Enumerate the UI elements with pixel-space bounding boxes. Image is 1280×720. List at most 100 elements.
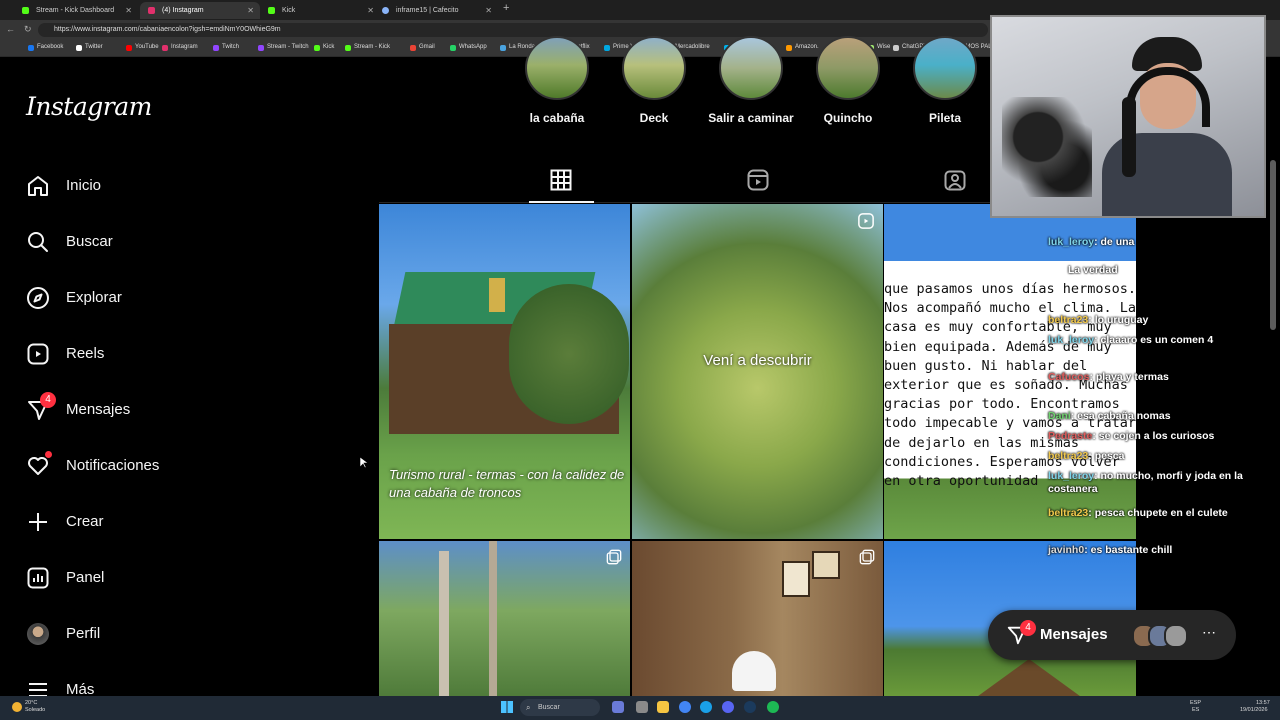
browser-tab[interactable]: Kick ✕: [260, 2, 380, 19]
taskbar-search[interactable]: ⌕ Buscar: [520, 699, 600, 716]
sidebar-item-panel[interactable]: Panel: [26, 560, 326, 596]
sidebar-item-mensajes[interactable]: 4 Mensajes: [26, 392, 326, 428]
language-indicator[interactable]: ESP: [1190, 700, 1201, 707]
sidebar-item-explorar[interactable]: Explorar: [26, 280, 326, 316]
chat-message: javinh0: es bastante chill: [1048, 544, 1260, 557]
bookmark-item[interactable]: Stream - Twitch: [258, 42, 309, 53]
highlight-item[interactable]: la cabaña: [512, 36, 602, 128]
highlight-item[interactable]: Quincho: [803, 36, 893, 128]
back-icon[interactable]: ←: [6, 24, 15, 34]
sidebar-item-label: Inicio: [66, 177, 102, 194]
reload-icon[interactable]: ↻: [24, 24, 32, 35]
bookmark-label: Stream - Kick: [354, 44, 391, 50]
bookmark-favicon-icon: [28, 45, 34, 51]
tab-label: (4) Instagram: [162, 7, 204, 14]
post-tile[interactable]: [632, 541, 883, 696]
new-tab-icon[interactable]: +: [503, 2, 509, 14]
sidebar-item-perfil[interactable]: Perfil: [26, 616, 326, 652]
bookmark-item[interactable]: Amazon.: [786, 42, 819, 53]
chat-username: luk_leroy: [1048, 236, 1095, 248]
windows-start-icon[interactable]: [501, 701, 513, 713]
compass-icon: [27, 287, 49, 309]
edge-icon[interactable]: [700, 701, 712, 713]
chrome-icon[interactable]: [679, 701, 691, 713]
close-tab-icon[interactable]: ✕: [125, 2, 132, 19]
chat-text: : se cojen a los curiosos: [1092, 430, 1215, 442]
chat-text: : de una: [1094, 236, 1135, 248]
browser-tab[interactable]: inframe15 | Cafecito ✕: [374, 2, 498, 19]
chimney: [489, 278, 505, 312]
bookmark-item[interactable]: YouTube: [126, 42, 159, 53]
bookmark-label: Gmail: [419, 44, 435, 50]
steam-icon[interactable]: [744, 701, 756, 713]
task-view-icon[interactable]: [612, 701, 624, 713]
highlight-item[interactable]: Pileta: [900, 36, 990, 128]
bookmark-label: Amazon.: [795, 44, 819, 50]
sidebar-item-buscar[interactable]: Buscar: [26, 224, 326, 260]
bookmark-label: Stream - Twitch: [267, 44, 309, 50]
sidebar-item-crear[interactable]: Crear: [26, 504, 326, 540]
url-text: https://www.instagram.com/cabaniaencolon…: [54, 26, 281, 33]
spotify-icon[interactable]: [767, 701, 779, 713]
plus-icon: [29, 513, 47, 531]
chat-text: : pesca: [1088, 450, 1125, 462]
sidebar-item-label: Buscar: [66, 233, 113, 250]
highlight-thumbnail: [913, 36, 977, 100]
bookmark-item[interactable]: Gmail: [410, 42, 435, 53]
bookmark-item[interactable]: Facebook: [28, 42, 63, 53]
sidebar-item-label: Mensajes: [66, 401, 131, 418]
close-tab-icon[interactable]: ✕: [485, 2, 492, 19]
sidebar-item-inicio[interactable]: Inicio: [26, 168, 326, 204]
close-tab-icon[interactable]: ✕: [247, 2, 254, 19]
messages-floating-button[interactable]: 4 Mensajes ⋯: [988, 610, 1236, 660]
bookmark-item[interactable]: Kick: [314, 42, 334, 53]
bookmark-item[interactable]: Stream - Kick: [345, 42, 390, 53]
windows-taskbar: 20°C Soleado ⌕ Buscar ESP ES 13:57 19/01…: [0, 696, 1280, 720]
widgets-icon[interactable]: [636, 701, 648, 713]
chat-username: Dani: [1048, 410, 1071, 422]
bookmark-favicon-icon: [604, 45, 610, 51]
lamp: [732, 651, 776, 691]
bookmark-item[interactable]: Instagram: [162, 42, 198, 53]
instagram-logo[interactable]: Instagram: [26, 92, 152, 121]
browser-tab[interactable]: Stream - Kick Dashboard ✕: [14, 2, 138, 19]
avatar: [27, 623, 49, 645]
page-scrollbar[interactable]: [1270, 160, 1276, 330]
chat-message: luk_leroy: claaaro es un comen 4: [1048, 334, 1260, 347]
post-tile[interactable]: [379, 541, 630, 696]
headphones: [1126, 67, 1210, 127]
notification-dot: [45, 451, 52, 458]
post-tile[interactable]: Vení a descubrir: [632, 204, 883, 539]
chat-username: beltra23: [1048, 507, 1089, 519]
discord-icon[interactable]: [722, 701, 734, 713]
sidebar-item-reels[interactable]: Reels: [26, 336, 326, 372]
sidebar-item-notificaciones[interactable]: Notificaciones: [26, 448, 326, 484]
address-bar[interactable]: https://www.instagram.com/cabaniaencolon…: [38, 23, 988, 37]
highlight-label: Pileta: [928, 111, 961, 125]
highlight-label: Salir a caminar: [708, 111, 794, 125]
bookmark-favicon-icon: [345, 45, 351, 51]
home-icon: [28, 176, 48, 196]
browser-tab-active[interactable]: (4) Instagram ✕: [140, 2, 260, 19]
reels-icon: [27, 343, 49, 365]
bookmark-item[interactable]: Twitch: [213, 42, 239, 53]
clock-time[interactable]: 13:57: [1256, 700, 1270, 707]
clock-date[interactable]: 19/01/2026: [1240, 707, 1268, 714]
file-explorer-icon[interactable]: [657, 701, 669, 713]
close-tab-icon[interactable]: ✕: [367, 2, 374, 19]
tree-trunk: [489, 541, 497, 696]
grid-icon[interactable]: [549, 168, 573, 192]
bookmark-item[interactable]: WhatsApp: [450, 42, 487, 53]
bookmark-item[interactable]: Twitter: [76, 42, 103, 53]
post-tile[interactable]: Turismo rural - termas - con la calidez …: [379, 204, 630, 539]
chat-message: beltra23: pesca chupete en el culete: [1048, 507, 1260, 520]
more-icon[interactable]: ⋯: [1202, 624, 1216, 641]
tree-trunk: [439, 551, 449, 696]
language-indicator-2: ES: [1192, 707, 1200, 713]
bookmark-favicon-icon: [76, 45, 82, 51]
tagged-icon[interactable]: [943, 168, 967, 192]
highlight-item[interactable]: Deck: [609, 36, 699, 128]
bookmark-favicon-icon: [410, 45, 416, 51]
reels-tab-icon[interactable]: [746, 168, 770, 192]
highlight-item[interactable]: Salir a caminar: [706, 36, 796, 128]
